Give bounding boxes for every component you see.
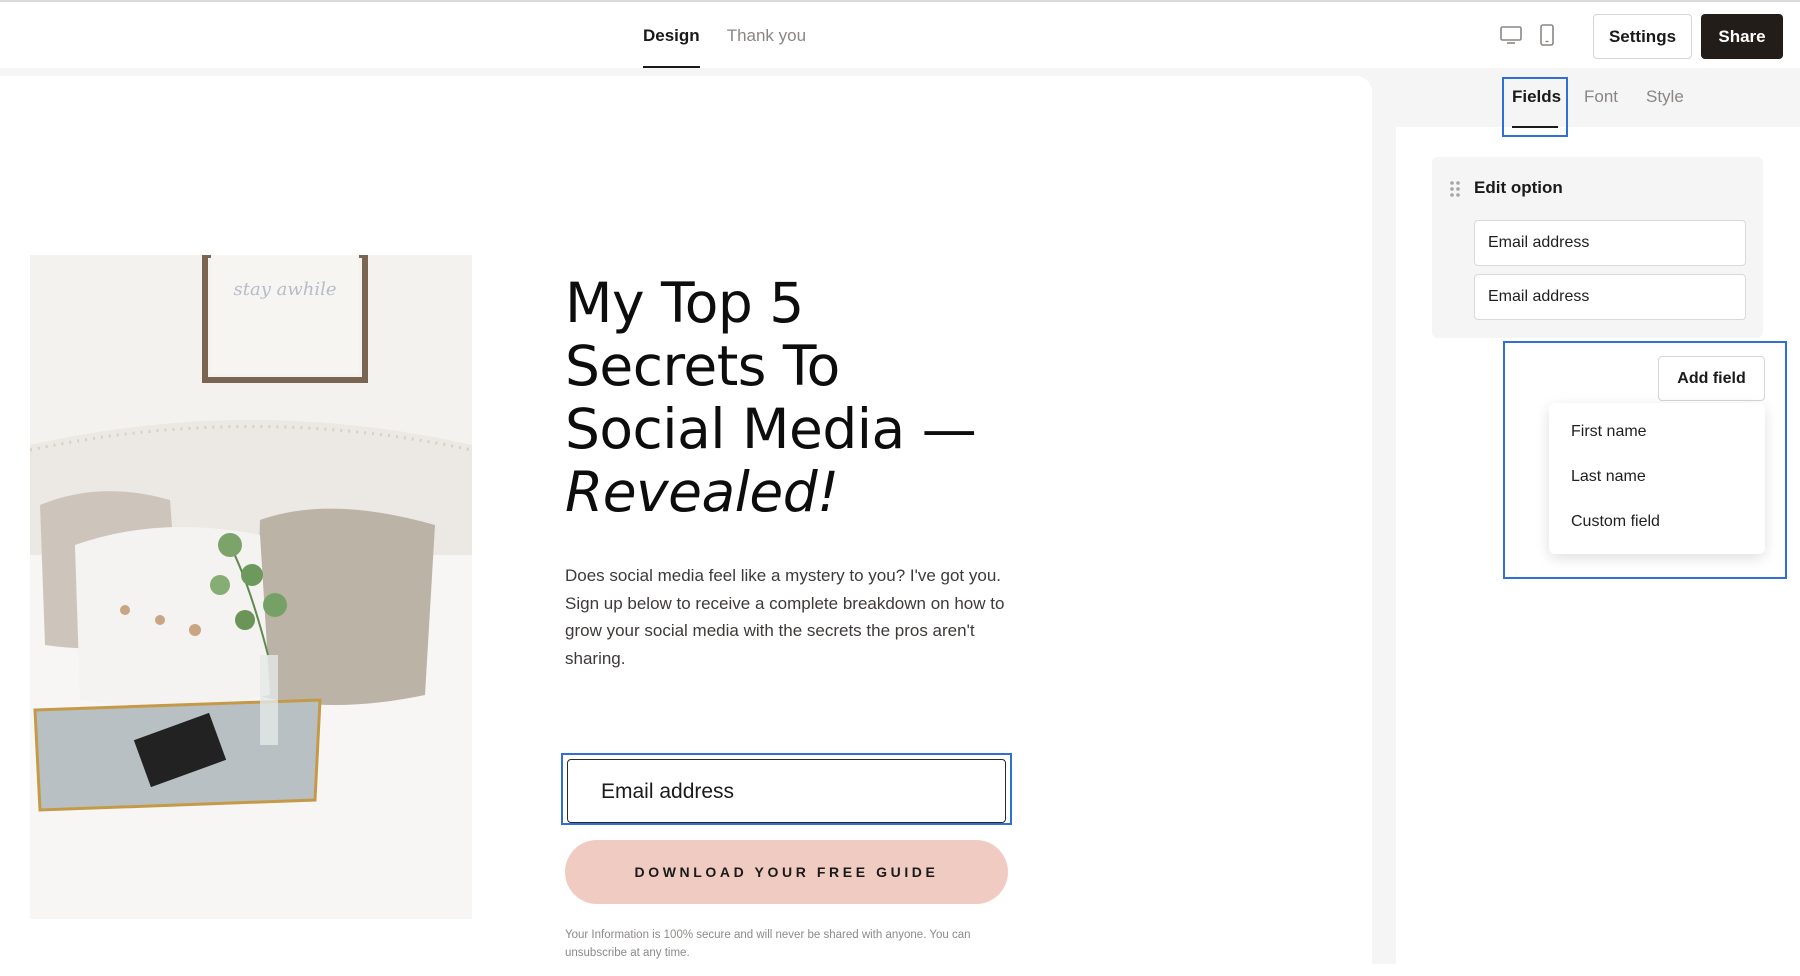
mobile-icon[interactable] — [1540, 24, 1554, 51]
tab-font[interactable]: Font — [1584, 87, 1618, 107]
email-field[interactable]: Email address — [567, 759, 1006, 823]
headline-line-2: Secrets To — [565, 334, 840, 398]
headline-line-3: Social Media — — [565, 397, 977, 461]
design-canvas-area: stay awhile My Top 5 Secrets To Social M… — [0, 68, 1396, 976]
page-description: Does social media feel like a mystery to… — [565, 566, 1005, 668]
page-headline: My Top 5 Secrets To Social Media — Revea… — [565, 272, 985, 524]
menu-item-first-name[interactable]: First name — [1571, 423, 1647, 441]
photo-sign-text: stay awhile — [234, 279, 337, 300]
tab-thank-you[interactable]: Thank you — [727, 2, 806, 68]
download-guide-button[interactable]: DOWNLOAD YOUR FREE GUIDE — [565, 840, 1008, 904]
option-input-label[interactable]: Email address — [1474, 220, 1746, 266]
tab-fields-underline — [1512, 126, 1558, 128]
share-button[interactable]: Share — [1701, 14, 1783, 59]
headline-italic: Revealed! — [565, 460, 839, 524]
headline-line-1: My Top 5 — [565, 271, 804, 335]
edit-option-title: Edit option — [1474, 178, 1563, 197]
option-input-placeholder[interactable]: Email address — [1474, 274, 1746, 320]
privacy-disclaimer: Your Information is 100% secure and will… — [565, 929, 971, 959]
drag-handle-icon[interactable] — [1449, 180, 1461, 203]
tab-fields-selection — [1502, 77, 1568, 137]
settings-button[interactable]: Settings — [1593, 14, 1692, 59]
edit-option-card: Edit option Email address Email address — [1432, 157, 1763, 338]
hero-photo: stay awhile — [30, 255, 472, 919]
tab-style[interactable]: Style — [1646, 87, 1684, 107]
top-tabs: Design Thank you — [643, 2, 806, 68]
add-field-button[interactable]: Add field — [1658, 356, 1765, 401]
top-bar: Design Thank you Settings Share — [0, 0, 1800, 68]
desktop-icon[interactable] — [1500, 26, 1522, 49]
menu-item-last-name[interactable]: Last name — [1571, 468, 1646, 486]
tab-design[interactable]: Design — [643, 2, 700, 68]
page-preview: stay awhile My Top 5 Secrets To Social M… — [0, 76, 1372, 976]
add-field-menu: First name Last name Custom field — [1549, 403, 1765, 554]
panel-tabs: Fields Font Style — [1396, 68, 1800, 127]
menu-item-custom-field[interactable]: Custom field — [1571, 513, 1660, 531]
device-switcher — [1500, 24, 1554, 51]
email-field-selection[interactable]: Email address — [561, 753, 1012, 825]
